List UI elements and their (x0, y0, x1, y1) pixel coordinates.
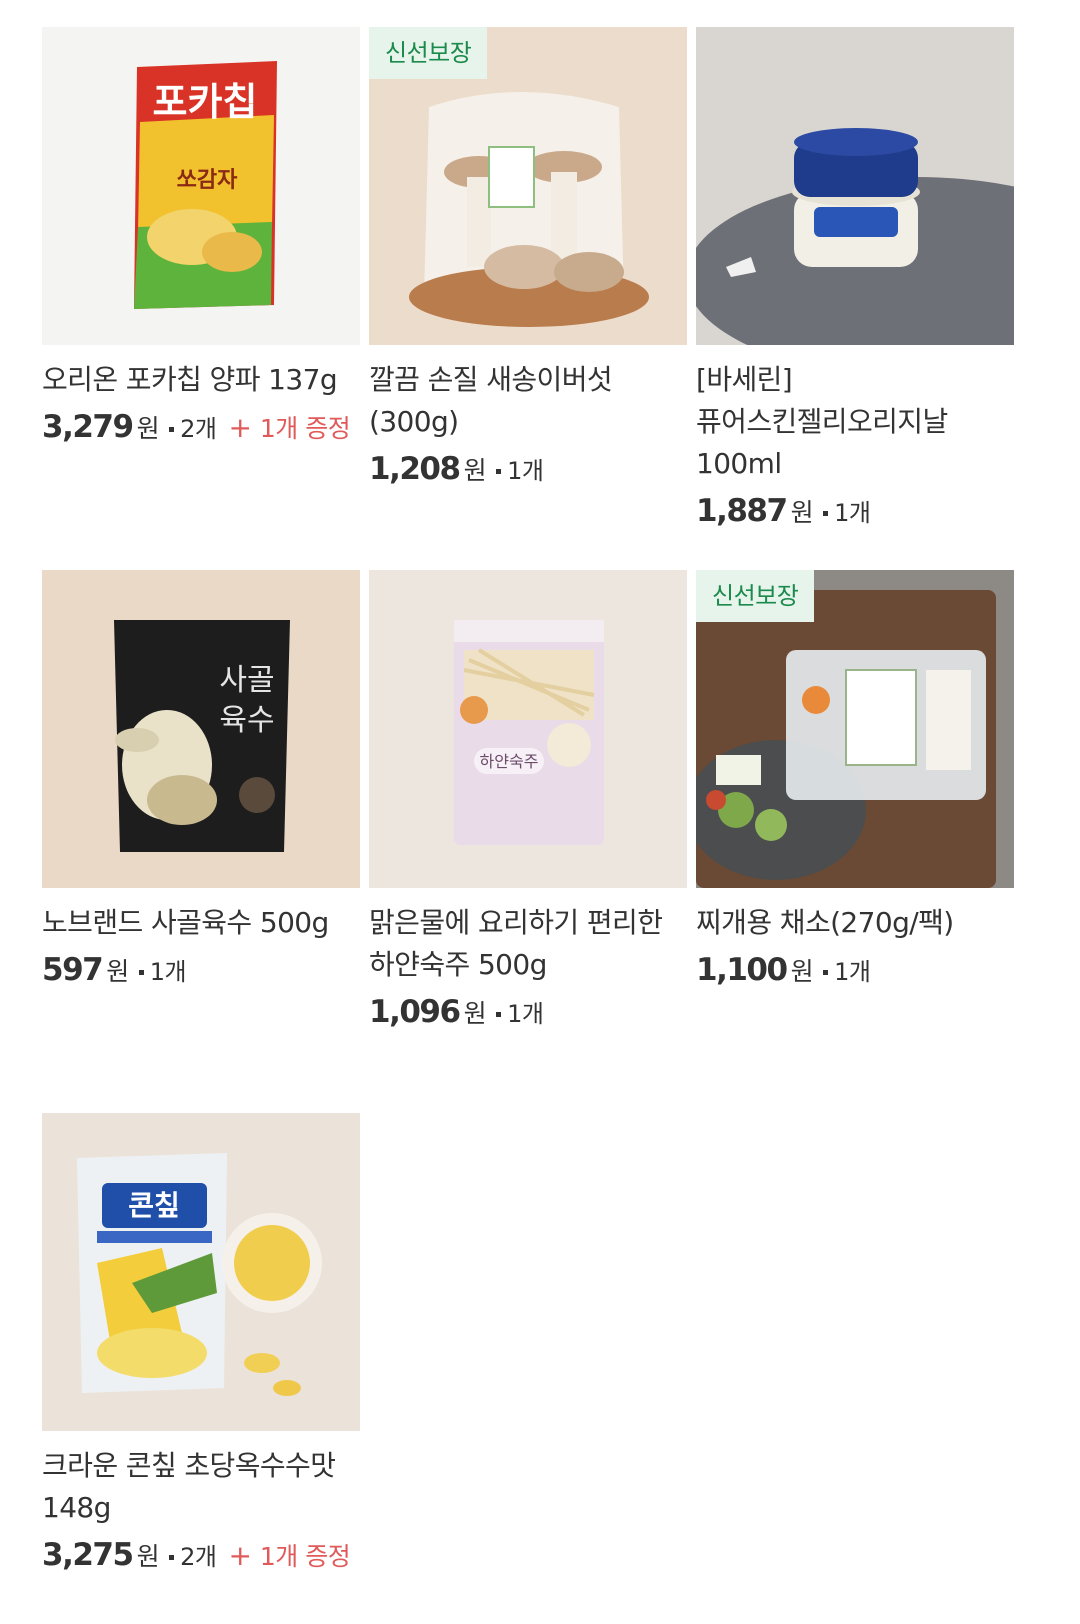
product-image[interactable]: 포카칩 쏘감자 (42, 27, 360, 345)
svg-text:하얀숙주: 하얀숙주 (480, 752, 539, 771)
currency-label: 원 (106, 957, 129, 986)
product-card[interactable]: 포카칩 쏘감자 오리온 포카칩 양파 137g 3,279 원 2개 + 1개 … (42, 27, 360, 445)
separator-dot (496, 1012, 502, 1017)
product-card[interactable]: 콘칲 크라운 콘칲 초당옥수수맛 148g 3,275 원 2개 + 1개 증정 (42, 1113, 360, 1573)
product-price: 1,096 (369, 994, 461, 1030)
price-row: 597 원 1개 (42, 952, 360, 988)
price-row: 1,100 원 1개 (696, 952, 1014, 988)
product-quantity: 1개 (834, 499, 871, 527)
product-quantity: 1개 (149, 958, 187, 986)
product-name: 깔끔 손질 새송이버섯(300g) (369, 363, 613, 438)
product-name: 오리온 포카칩 양파 137g (42, 363, 338, 396)
product-name: [바세린] 퓨어스킨젤리오리지날 100ml (696, 363, 948, 480)
product-card[interactable]: 신선보장 깔끔 손질 새송이버섯(300g) 1,208 원 1개 (369, 27, 687, 487)
currency-label: 원 (790, 498, 814, 527)
currency-label: 원 (463, 999, 487, 1028)
currency-label: 원 (136, 414, 160, 443)
separator-dot (496, 469, 502, 474)
svg-text:사골: 사골 (219, 663, 274, 698)
product-card[interactable]: 하얀숙주 맑은물에 요리하기 편리한 하얀숙주 500g 1,096 원 1개 (369, 570, 687, 1030)
product-name: 맑은물에 요리하기 편리한 하얀숙주 500g (369, 906, 663, 981)
product-name: 찌개용 채소(270g/팩) (696, 906, 954, 939)
separator-dot (169, 427, 175, 432)
broth-pouch-photo-icon: 사골 육수 (42, 570, 360, 888)
product-image[interactable]: 신선보장 (696, 570, 1014, 888)
currency-label: 원 (136, 1542, 160, 1571)
separator-dot (823, 511, 829, 516)
separator-dot (138, 970, 144, 975)
price-row: 1,208 원 1개 (369, 451, 687, 487)
plus-icon: + (228, 411, 252, 444)
product-price: 1,100 (696, 952, 788, 988)
price-row: 1,887 원 1개 (696, 493, 1014, 529)
product-card[interactable]: 신선보장 찌개용 채소(270g/팩) 1,100 원 1개 (696, 570, 1014, 988)
product-image[interactable] (696, 27, 1014, 345)
corn-chip-bag-photo-icon: 콘칲 (42, 1113, 360, 1431)
product-quantity: 2개 (180, 415, 217, 443)
product-quantity: 1개 (507, 1000, 544, 1028)
separator-dot (823, 970, 829, 975)
product-price: 3,275 (42, 1537, 134, 1573)
product-quantity: 1개 (834, 958, 871, 986)
product-name: 크라운 콘칲 초당옥수수맛 148g (42, 1449, 336, 1524)
product-name: 노브랜드 사골육수 500g (42, 906, 329, 939)
chip-bag-photo-icon: 포카칩 쏘감자 (42, 27, 360, 345)
product-image[interactable]: 콘칲 (42, 1113, 360, 1431)
product-quantity: 2개 (180, 1543, 217, 1571)
price-row: 3,275 원 2개 + 1개 증정 (42, 1537, 360, 1573)
price-row: 1,096 원 1개 (369, 994, 687, 1030)
plus-icon: + (228, 1539, 252, 1572)
product-card[interactable]: [바세린] 퓨어스킨젤리오리지날 100ml 1,887 원 1개 (696, 27, 1014, 529)
bonus-label: 1개 증정 (259, 1542, 351, 1571)
product-image[interactable]: 사골 육수 (42, 570, 360, 888)
svg-text:육수: 육수 (219, 703, 274, 738)
product-price: 597 (42, 952, 104, 988)
separator-dot (169, 1555, 175, 1560)
product-image[interactable]: 하얀숙주 (369, 570, 687, 888)
product-image[interactable]: 신선보장 (369, 27, 687, 345)
svg-text:쏘감자: 쏘감자 (177, 168, 238, 193)
svg-text:포카칩: 포카칩 (153, 80, 258, 124)
jelly-jar-photo-icon (696, 27, 1014, 345)
svg-text:콘칲: 콘칲 (128, 1189, 180, 1222)
product-price: 1,887 (696, 493, 788, 529)
price-row: 3,279 원 2개 + 1개 증정 (42, 409, 360, 445)
bean-sprout-bag-photo-icon: 하얀숙주 (369, 570, 687, 888)
currency-label: 원 (790, 957, 814, 986)
product-price: 3,279 (42, 409, 134, 445)
currency-label: 원 (463, 456, 487, 485)
fresh-guarantee-badge: 신선보장 (369, 27, 488, 79)
product-price: 1,208 (369, 451, 461, 487)
product-quantity: 1개 (507, 457, 544, 485)
product-card[interactable]: 사골 육수 노브랜드 사골육수 500g 597 원 1개 (42, 570, 360, 988)
fresh-guarantee-badge: 신선보장 (696, 570, 815, 622)
bonus-label: 1개 증정 (259, 414, 351, 443)
